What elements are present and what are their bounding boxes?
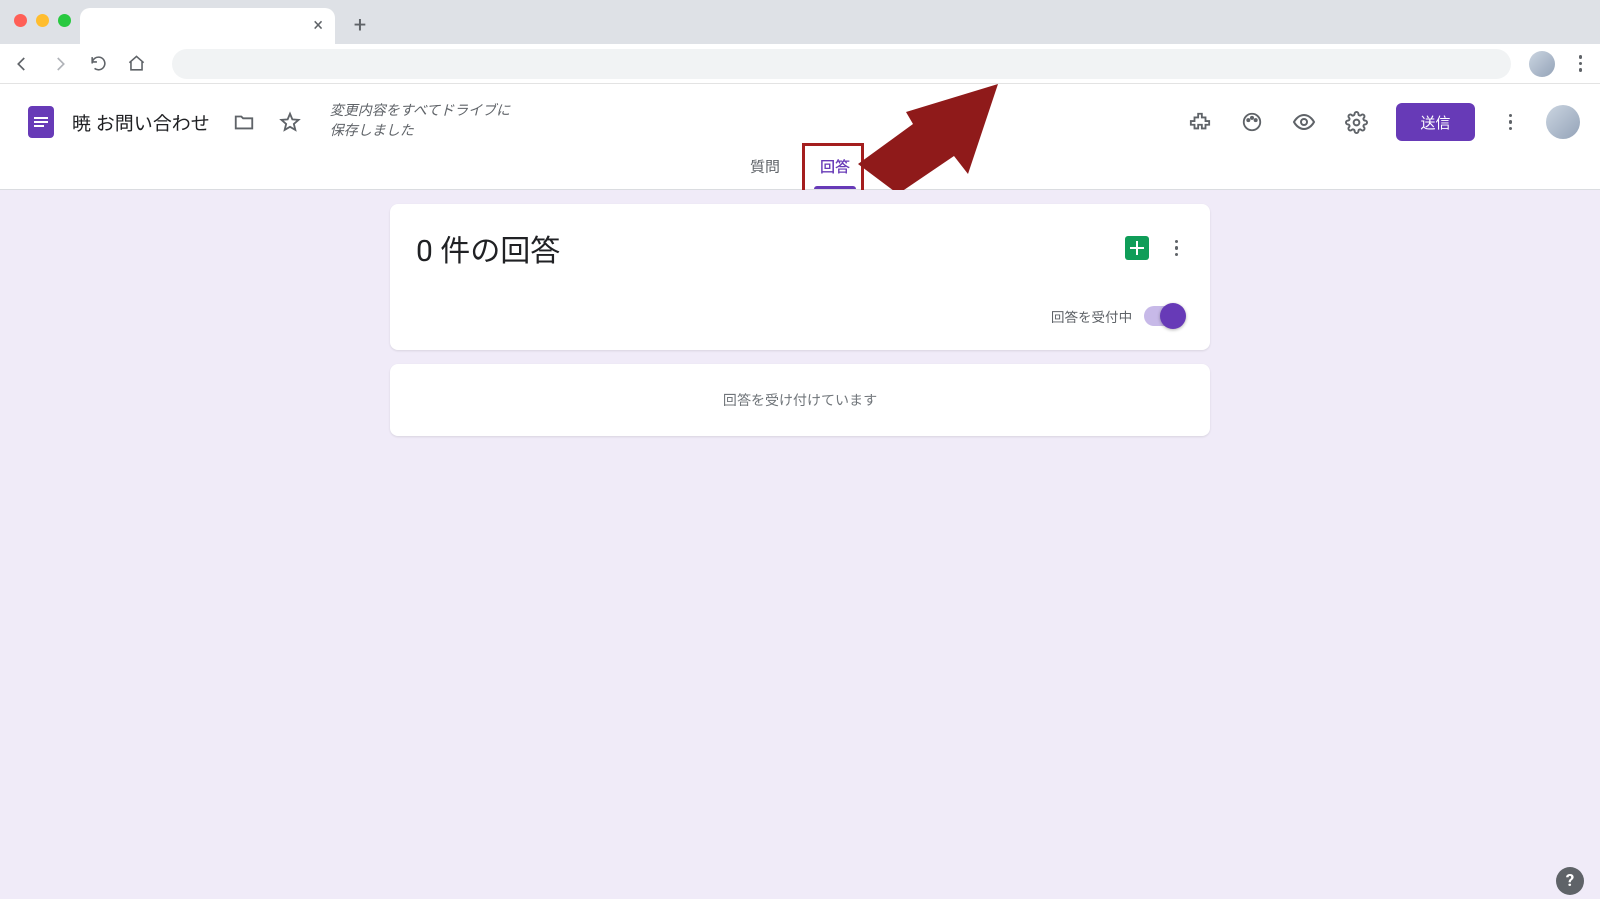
save-status: 変更内容をすべてドライブに 保存しました bbox=[330, 102, 510, 141]
accepting-responses-toggle[interactable] bbox=[1144, 306, 1184, 326]
plus-icon: + bbox=[354, 13, 366, 38]
responses-waiting-card: 回答を受け付けています bbox=[390, 364, 1210, 436]
form-title[interactable]: 暁 お問い合わせ bbox=[72, 109, 210, 136]
forms-header-top: 暁 お問い合わせ 変更内容をすべてドライブに 保存しました 送信 bbox=[0, 96, 1600, 148]
tab-responses[interactable]: 回答 bbox=[814, 146, 856, 189]
move-to-folder-button[interactable] bbox=[232, 110, 256, 134]
save-status-line1: 変更内容をすべてドライブに bbox=[330, 102, 510, 122]
new-tab-button[interactable]: + bbox=[345, 10, 375, 40]
waiting-message: 回答を受け付けています bbox=[723, 393, 877, 409]
reload-button[interactable] bbox=[88, 54, 108, 74]
responses-more-menu[interactable] bbox=[1169, 240, 1185, 257]
responses-count-title: 0 件の回答 bbox=[416, 226, 560, 270]
preview-button[interactable] bbox=[1292, 110, 1316, 134]
browser-chrome: × + bbox=[0, 0, 1600, 44]
account-avatar[interactable] bbox=[1546, 105, 1580, 139]
send-button[interactable]: 送信 bbox=[1396, 103, 1474, 141]
star-button[interactable] bbox=[278, 110, 302, 134]
addons-button[interactable] bbox=[1188, 110, 1212, 134]
forms-more-menu[interactable] bbox=[1503, 114, 1519, 131]
nav-buttons bbox=[12, 54, 146, 74]
window-traffic-lights bbox=[14, 14, 71, 27]
responses-card-header: 0 件の回答 bbox=[416, 226, 1184, 270]
window-close-button[interactable] bbox=[14, 14, 27, 27]
forms-logo-icon[interactable] bbox=[28, 106, 54, 138]
help-icon: ? bbox=[1566, 871, 1574, 891]
form-tabs: 質問 回答 bbox=[0, 148, 1600, 190]
home-button[interactable] bbox=[126, 54, 146, 74]
main-content: 0 件の回答 回答を受付中 回答を受け付けています ? bbox=[0, 190, 1600, 899]
browser-tab[interactable]: × bbox=[80, 8, 335, 44]
accepting-responses-row: 回答を受付中 bbox=[416, 306, 1184, 326]
toggle-knob bbox=[1160, 303, 1186, 329]
help-button[interactable]: ? bbox=[1556, 867, 1584, 895]
tab-close-icon[interactable]: × bbox=[313, 17, 323, 35]
window-maximize-button[interactable] bbox=[58, 14, 71, 27]
save-status-line2: 保存しました bbox=[330, 122, 510, 142]
create-spreadsheet-button[interactable] bbox=[1125, 236, 1149, 260]
browser-profile-avatar[interactable] bbox=[1529, 51, 1555, 77]
address-bar[interactable] bbox=[172, 49, 1511, 79]
browser-menu-button[interactable] bbox=[1573, 55, 1589, 72]
forms-header-actions: 送信 bbox=[1188, 103, 1580, 141]
tab-questions[interactable]: 質問 bbox=[744, 146, 786, 189]
browser-toolbar bbox=[0, 44, 1600, 84]
forward-button[interactable] bbox=[50, 54, 70, 74]
browser-tab-strip: × + bbox=[80, 0, 375, 44]
forms-header: 暁 お問い合わせ 変更内容をすべてドライブに 保存しました 送信 bbox=[0, 84, 1600, 190]
responses-summary-card: 0 件の回答 回答を受付中 bbox=[390, 204, 1210, 350]
settings-button[interactable] bbox=[1344, 110, 1368, 134]
back-button[interactable] bbox=[12, 54, 32, 74]
theme-button[interactable] bbox=[1240, 110, 1264, 134]
window-minimize-button[interactable] bbox=[36, 14, 49, 27]
accepting-responses-label: 回答を受付中 bbox=[1051, 306, 1132, 326]
